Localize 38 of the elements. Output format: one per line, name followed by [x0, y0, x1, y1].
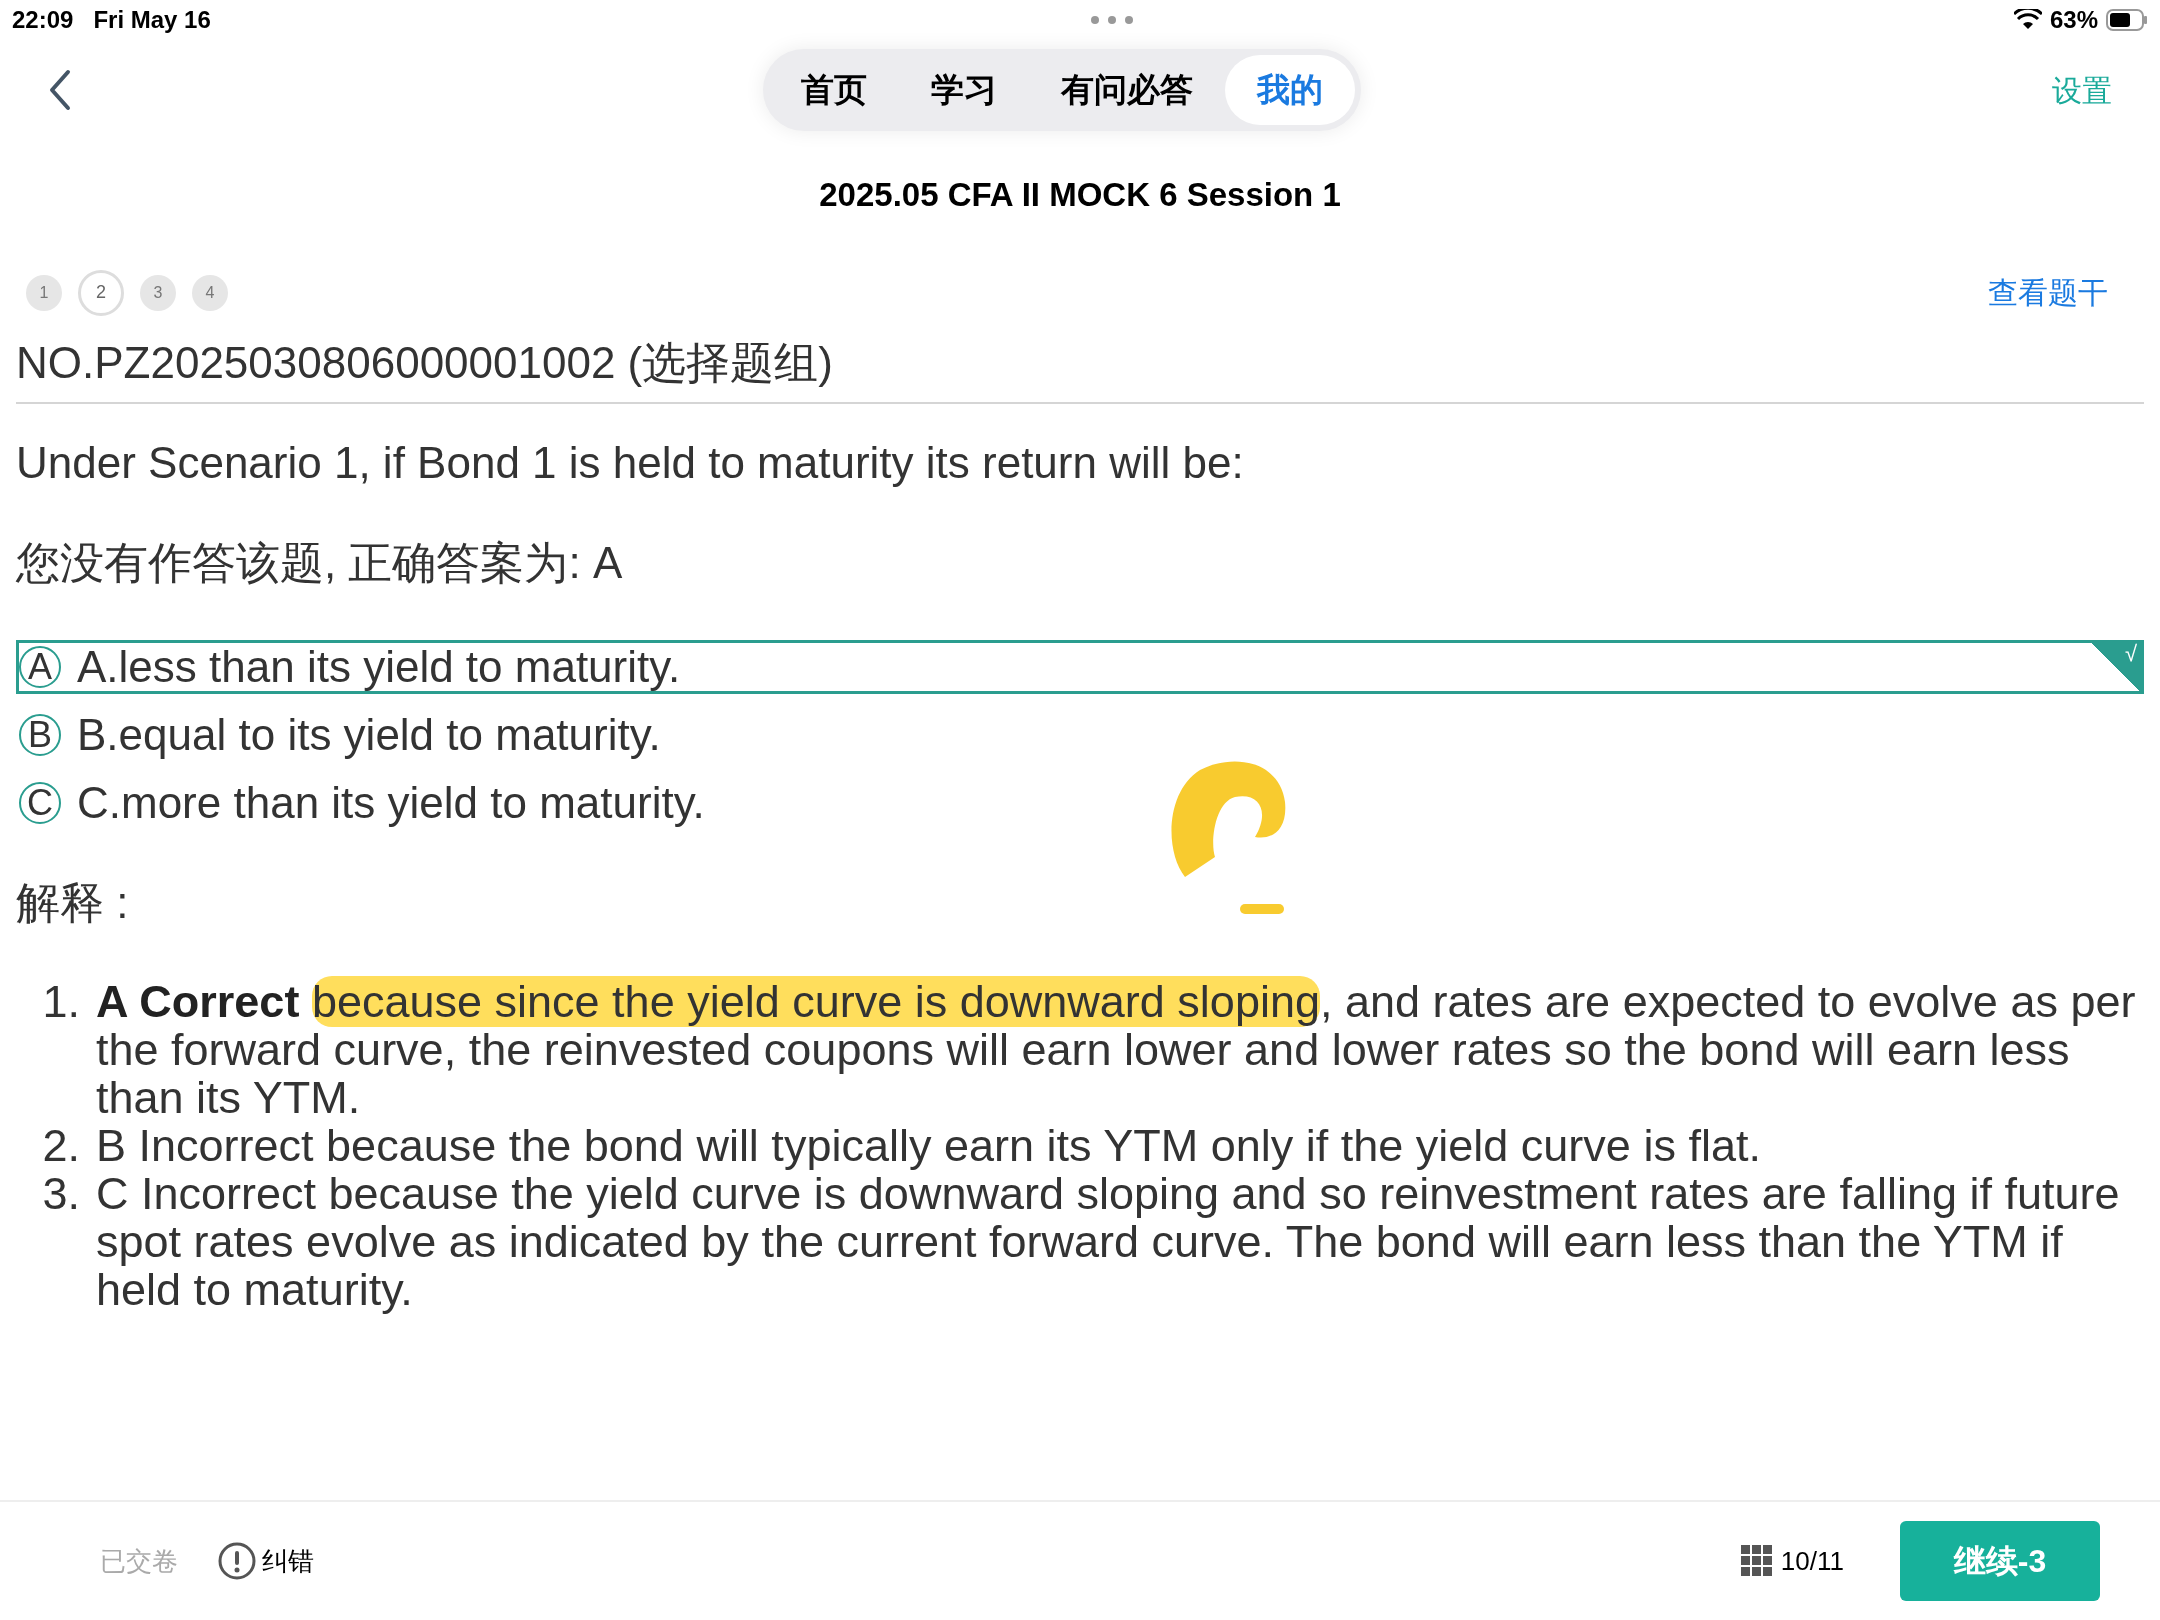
- correct-corner-badge: √: [2089, 642, 2141, 691]
- nav-tab[interactable]: 有问必答: [1029, 55, 1225, 125]
- alert-icon: [218, 1542, 256, 1580]
- list-number: 3.: [41, 1169, 81, 1221]
- nav-tab[interactable]: 我的: [1225, 55, 1355, 125]
- nav-tab[interactable]: 首页: [769, 55, 899, 125]
- progress-button[interactable]: 10/11: [1740, 1541, 1844, 1581]
- submitted-label: 已交卷: [100, 1544, 178, 1578]
- list-number: 1.: [41, 977, 81, 1029]
- answer-option[interactable]: C C.more than its yield to maturity.: [16, 775, 2144, 830]
- option-letter: B: [19, 713, 61, 756]
- exam-title: 2025.05 CFA II MOCK 6 Session 1: [819, 175, 1341, 215]
- more-dots-icon: [1090, 15, 1135, 25]
- answer-note: 您没有作答该题, 正确答案为: A: [16, 536, 624, 589]
- status-date: Fri May 16: [93, 5, 211, 35]
- grid-icon: [1740, 1545, 1773, 1577]
- battery-percent: 63%: [2049, 5, 2098, 35]
- explanation-text: A Correct because since the yield curve is downward sloping, and rates are expected to evolve as per the forward curve, the reinvested coupons will earn lower and lower rates so the bond will earn less than its YTM.: [96, 977, 2137, 1122]
- option-letter: C: [19, 781, 61, 824]
- report-error-button[interactable]: 纠错: [218, 1541, 314, 1581]
- explanation-label: 解释 :: [16, 876, 130, 929]
- option-letter: A: [19, 645, 61, 688]
- option-text: B.equal to its yield to maturity.: [77, 708, 661, 761]
- option-text: C.more than its yield to maturity.: [77, 776, 705, 829]
- nav-tab[interactable]: 学习: [899, 55, 1029, 125]
- battery-icon: [2106, 9, 2148, 31]
- question-text: Under Scenario 1, if Bond 1 is held to maturity its return will be:: [16, 436, 1245, 489]
- option-text: A.less than its yield to maturity.: [77, 640, 681, 693]
- view-stem-link[interactable]: 查看题干: [1988, 270, 2108, 315]
- list-number: 2.: [41, 1121, 81, 1170]
- answer-option[interactable]: A A.less than its yield to maturity. √: [16, 639, 2144, 694]
- status-time: 22:09: [12, 5, 74, 35]
- answer-option[interactable]: B B.equal to its yield to maturity.: [16, 707, 2144, 762]
- explanation-text: C Incorrect because the yield curve is downward sloping and so reinvestment rates are falling if future spot rates evolve as indicated by the current forward curve. The bond will earn less than the YTM if held to maturity.: [96, 1169, 2121, 1314]
- back-icon[interactable]: [48, 69, 72, 111]
- wifi-icon: [2013, 9, 2042, 31]
- question-id: NO.PZ2025030806000001002 (选择题组): [16, 336, 834, 389]
- explanation-text: B Incorrect because the bond will typically earn its YTM only if the yield curve is flat.: [96, 1121, 1761, 1170]
